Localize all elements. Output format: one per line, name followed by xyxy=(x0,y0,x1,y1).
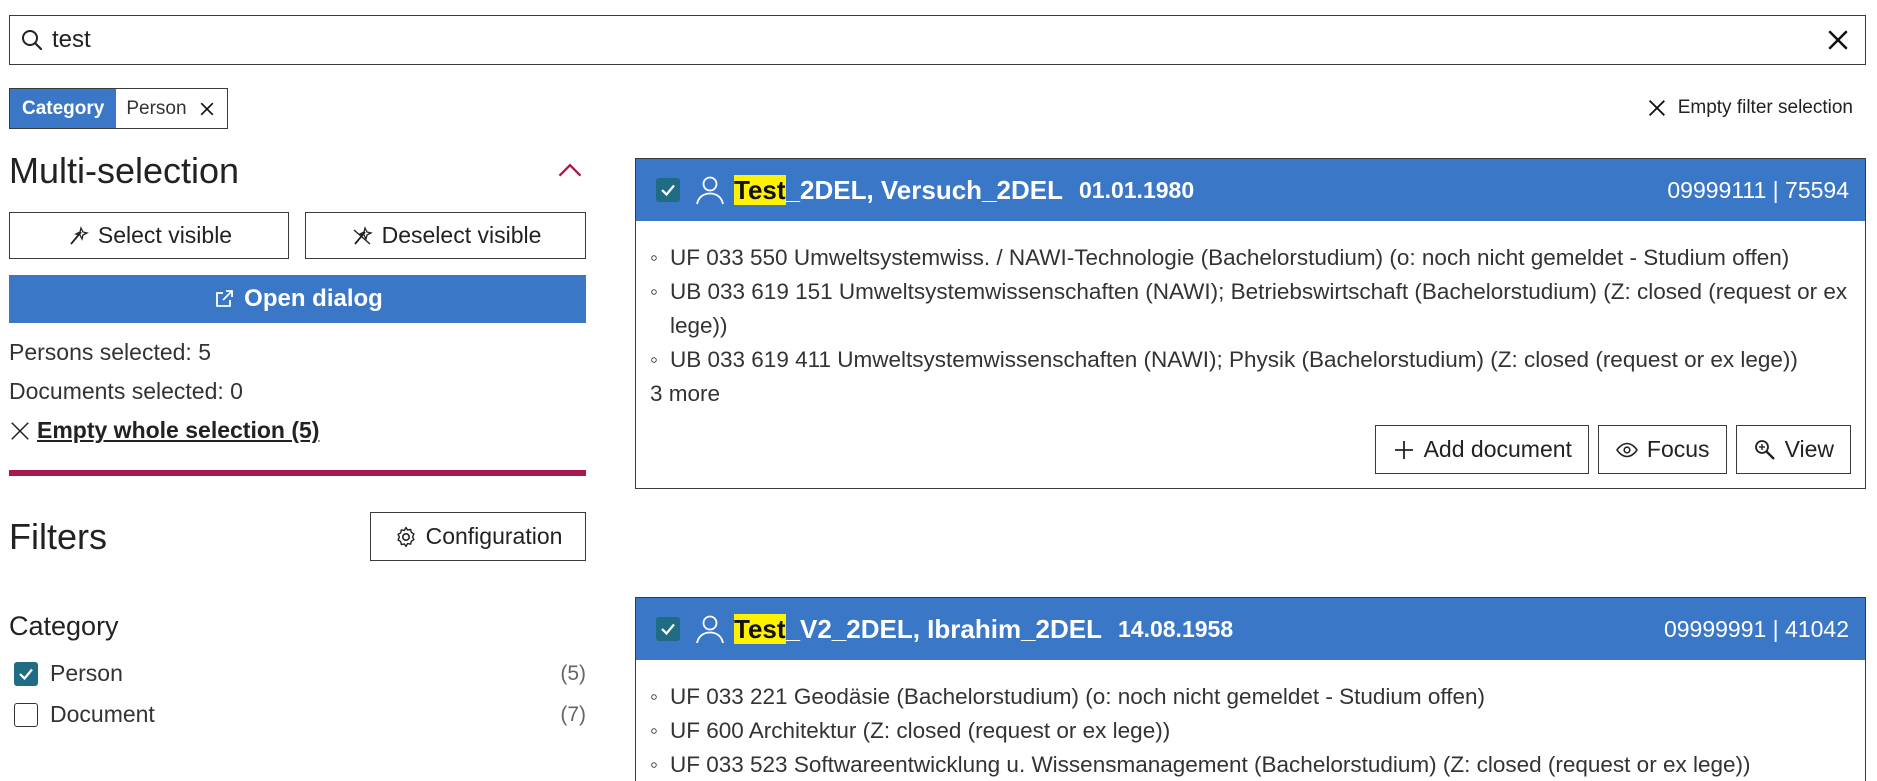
active-filter-chip: Category Person xyxy=(9,88,228,129)
multi-selection-buttons: Select visible Deselect visible xyxy=(9,212,586,259)
filter-option-label-wrap: Person xyxy=(14,660,123,687)
list-item: UF 033 523 Softwareentwicklung u. Wissen… xyxy=(650,748,1851,781)
filter-option-count: (7) xyxy=(560,702,586,726)
multi-selection-header: Multi-selection xyxy=(9,150,586,192)
search-input[interactable] xyxy=(52,26,1823,54)
list-item: UB 033 619 411 Umweltsystemwissenschafte… xyxy=(650,343,1851,377)
study-list: UF 033 550 Umweltsystemwiss. / NAWI-Tech… xyxy=(650,241,1851,377)
configuration-label: Configuration xyxy=(425,523,563,549)
focus-label: Focus xyxy=(1646,436,1710,462)
add-document-button[interactable]: Add document xyxy=(1374,425,1589,474)
close-icon xyxy=(1648,100,1665,116)
filter-option-label-wrap: Document xyxy=(14,701,155,728)
result-card: Test_V2_2DEL, Ibrahim_2DEL 14.08.1958 09… xyxy=(635,597,1866,781)
result-name[interactable]: Test_2DEL, Versuch_2DEL xyxy=(734,174,1063,206)
persons-selected-count: Persons selected: 5 xyxy=(9,339,212,365)
filter-option-person[interactable]: Person (5) xyxy=(9,660,586,687)
result-name-highlight: Test xyxy=(734,613,786,644)
result-ids: 09999111 | 75594 xyxy=(1667,176,1849,203)
left-panel: Multi-selection Select visible Deselect … xyxy=(9,150,586,728)
gear-icon xyxy=(396,526,415,547)
search-icon xyxy=(22,30,43,51)
wand-icon xyxy=(70,225,89,245)
checkmark-icon xyxy=(661,623,675,636)
filters-header: Filters Configuration xyxy=(9,512,586,561)
external-link-icon xyxy=(216,290,234,307)
result-card-body: UF 033 221 Geodäsie (Bachelorstudium) (o… xyxy=(636,660,1865,781)
checkmark-icon xyxy=(661,184,675,197)
category-filter-title: Category xyxy=(9,611,119,641)
wand-off-icon xyxy=(353,225,373,245)
empty-filter-selection-button[interactable]: Empty filter selection xyxy=(1646,97,1853,119)
result-ids: 09999991 | 41042 xyxy=(1663,615,1849,642)
close-icon xyxy=(11,421,29,440)
filter-chip-value: Person xyxy=(116,89,226,128)
study-list: UF 033 221 Geodäsie (Bachelorstudium) (o… xyxy=(650,680,1851,781)
result-name[interactable]: Test_V2_2DEL, Ibrahim_2DEL xyxy=(734,613,1102,645)
empty-whole-selection-label: Empty whole selection (5) xyxy=(37,417,320,443)
result-checkbox[interactable] xyxy=(656,617,680,641)
filter-option-count: (5) xyxy=(560,661,586,685)
result-name-rest: _2DEL, Versuch_2DEL xyxy=(785,174,1063,205)
view-label: View xyxy=(1784,436,1834,462)
result-name-rest: _V2_2DEL, Ibrahim_2DEL xyxy=(785,613,1102,644)
documents-selected-count: Documents selected: 0 xyxy=(9,378,243,404)
document-checkbox[interactable] xyxy=(14,702,38,727)
filter-option-label: Document xyxy=(50,701,155,727)
person-icon xyxy=(696,176,724,205)
configuration-button[interactable]: Configuration xyxy=(370,512,586,561)
section-divider xyxy=(9,470,586,476)
empty-whole-selection-link[interactable]: Empty whole selection (5) xyxy=(9,417,586,444)
result-name-highlight: Test xyxy=(734,174,786,205)
select-visible-button[interactable]: Select visible xyxy=(9,212,289,259)
open-dialog-button[interactable]: Open dialog xyxy=(9,275,586,323)
person-checkbox[interactable] xyxy=(14,661,38,686)
multi-selection-title: Multi-selection xyxy=(9,150,240,191)
result-card: Test_2DEL, Versuch_2DEL 01.01.1980 09999… xyxy=(635,158,1866,489)
add-document-label: Add document xyxy=(1423,436,1572,462)
deselect-visible-label: Deselect visible xyxy=(381,222,542,248)
filter-option-document[interactable]: Document (7) xyxy=(9,701,586,728)
filter-option-label: Person xyxy=(50,660,123,686)
focus-button[interactable]: Focus xyxy=(1597,425,1727,474)
list-item: UF 033 550 Umweltsystemwiss. / NAWI-Tech… xyxy=(650,241,1851,275)
list-item: UB 033 619 151 Umweltsystemwissenschafte… xyxy=(650,275,1851,343)
zoom-icon xyxy=(1754,439,1775,460)
list-item: UF 033 221 Geodäsie (Bachelorstudium) (o… xyxy=(650,680,1851,714)
filter-chip-value-label: Person xyxy=(126,97,187,119)
clear-search-icon[interactable] xyxy=(1823,25,1853,55)
eye-icon xyxy=(1615,442,1638,457)
open-dialog-label: Open dialog xyxy=(244,285,383,312)
result-checkbox[interactable] xyxy=(656,178,680,202)
filters-title: Filters xyxy=(9,515,107,557)
result-card-header[interactable]: Test_V2_2DEL, Ibrahim_2DEL 14.08.1958 09… xyxy=(636,598,1865,660)
list-item: UF 600 Architektur (Z: closed (request o… xyxy=(650,714,1851,748)
chevron-up-icon[interactable] xyxy=(556,157,584,185)
result-card-header[interactable]: Test_2DEL, Versuch_2DEL 01.01.1980 09999… xyxy=(636,159,1865,221)
more-items-link[interactable]: 3 more xyxy=(650,377,1851,411)
result-card-body: UF 033 550 Umweltsystemwiss. / NAWI-Tech… xyxy=(636,221,1865,488)
checkmark-icon xyxy=(19,668,33,680)
result-birthdate: 14.08.1958 xyxy=(1118,615,1234,642)
empty-filter-selection-label: Empty filter selection xyxy=(1677,97,1853,118)
filter-chip-key: Category xyxy=(10,89,117,128)
result-actions: Add document Focus View xyxy=(650,425,1851,474)
remove-filter-icon[interactable] xyxy=(197,99,217,119)
deselect-visible-button[interactable]: Deselect visible xyxy=(305,212,586,259)
select-visible-label: Select visible xyxy=(97,222,233,248)
view-button[interactable]: View xyxy=(1735,425,1851,474)
result-birthdate: 01.01.1980 xyxy=(1079,176,1195,203)
person-icon xyxy=(696,615,724,644)
search-bar xyxy=(9,15,1866,65)
plus-icon xyxy=(1394,440,1413,459)
